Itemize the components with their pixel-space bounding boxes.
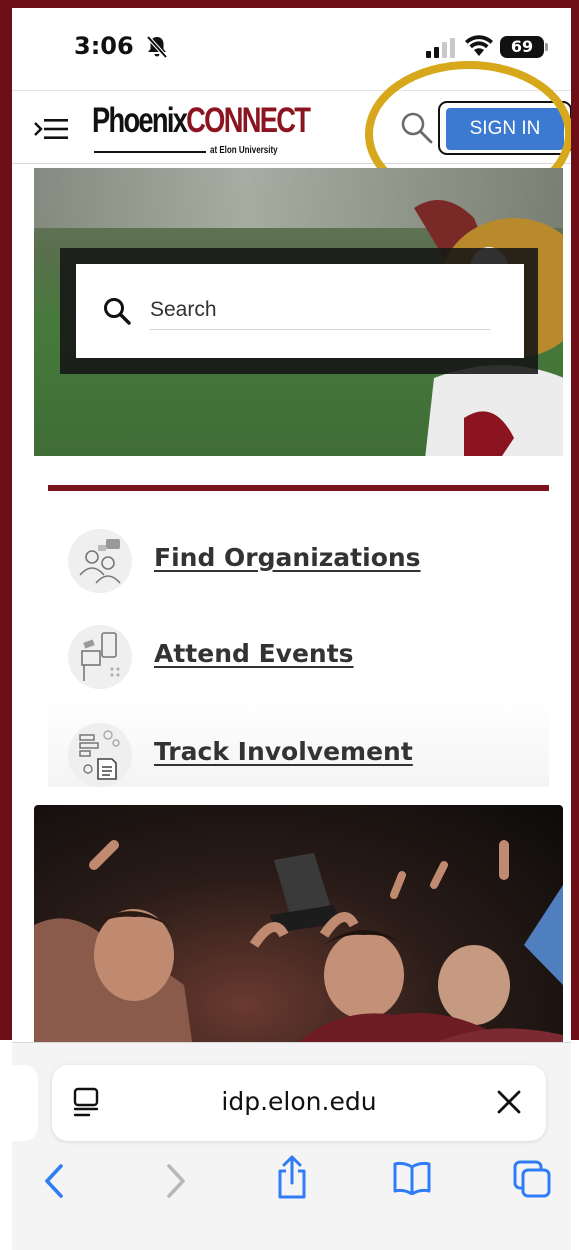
previous-tab-pill[interactable] [12,1065,38,1141]
browser-nav-row [12,1155,571,1213]
events-icon [68,625,132,689]
logo-rule [94,151,206,153]
quick-link-label[interactable]: Attend Events [154,639,354,668]
menu-icon[interactable] [34,119,68,139]
bell-slash-icon [146,35,168,59]
quick-links-panel: Find Organizations Attend Events Track I… [48,485,549,787]
logo-accent-text: CONNECT [186,101,311,140]
team-celebration-photo [34,805,563,1055]
quick-link-label[interactable]: Track Involvement [154,737,413,766]
hero-banner [34,168,563,456]
wifi-icon [465,35,493,56]
quick-link-find-organizations[interactable]: Find Organizations [68,529,528,593]
battery-level: 69 [500,36,544,58]
signal-icon [426,38,455,58]
close-icon[interactable] [496,1089,522,1115]
back-icon[interactable] [42,1163,66,1199]
logo-primary-text: Phoenix [92,101,188,140]
quick-link-track-involvement[interactable]: Track Involvement [68,723,528,787]
phoenix-connect-logo[interactable]: PhoenixCONNECT at Elon University [92,99,311,156]
logo-subtitle: at Elon University [210,145,278,156]
status-time: 3:06 [74,32,134,60]
hero-search-box[interactable] [76,264,524,358]
screenshot-frame-left [0,0,12,1040]
quick-link-label[interactable]: Find Organizations [154,543,421,572]
share-icon[interactable] [276,1155,308,1199]
screenshot-frame-right [571,0,579,1040]
bookmarks-icon[interactable] [392,1161,432,1195]
address-bar[interactable]: idp.elon.edu [52,1065,546,1141]
browser-toolbar: idp.elon.edu [12,1042,571,1250]
battery-icon [545,43,548,51]
team-photo-illustration [34,840,563,1055]
phone-screen: 3:06 69 PhoenixCONNECT at Elon Universit… [12,8,571,1250]
organizations-icon [68,529,132,593]
search-icon [104,298,131,325]
quick-link-attend-events[interactable]: Attend Events [68,625,528,689]
tabs-icon[interactable] [512,1159,552,1199]
search-input[interactable] [150,290,490,330]
involvement-icon [68,723,132,787]
screenshot-frame-top [0,0,579,8]
url-text: idp.elon.edu [221,1087,377,1116]
forward-icon[interactable] [164,1163,188,1199]
